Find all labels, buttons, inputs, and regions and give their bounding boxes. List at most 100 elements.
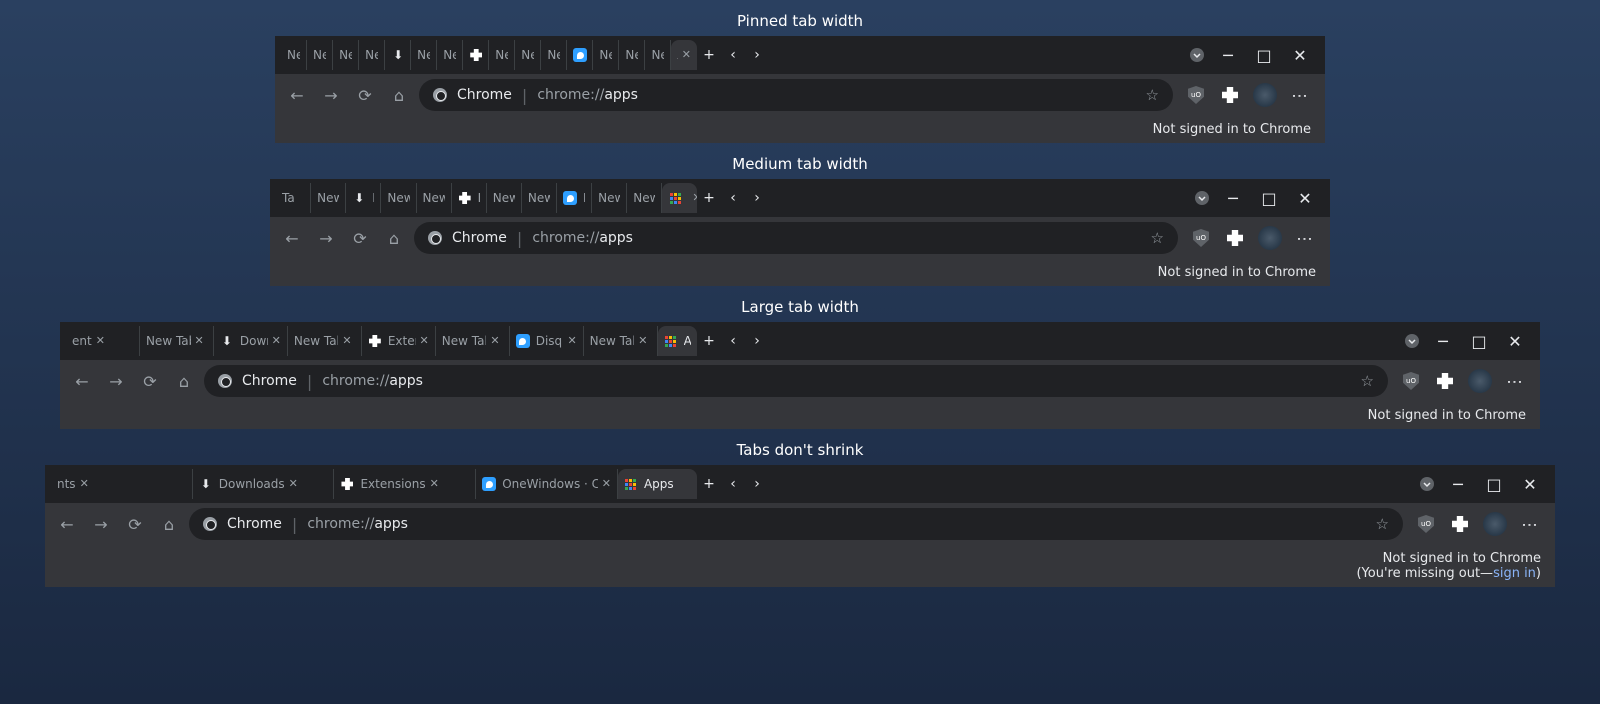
bookmark-star-icon[interactable]: ☆ [1151,229,1164,247]
tab[interactable] [567,40,593,70]
minimize-button[interactable]: ─ [1449,475,1467,493]
tab[interactable]: New [619,40,645,70]
bookmark-star-icon[interactable]: ☆ [1361,372,1374,390]
close-button[interactable]: ✕ [1506,332,1524,350]
ublock-icon[interactable]: uO [1400,370,1422,392]
chevron-right-icon[interactable]: › [745,186,769,210]
tab[interactable]: New [515,40,541,70]
tab[interactable]: New [645,40,671,70]
tab[interactable]: New Ta [627,183,662,213]
tab[interactable]: New [411,40,437,70]
tab[interactable]: New [489,40,515,70]
chevron-left-icon[interactable]: ‹ [721,472,745,496]
tab[interactable]: New Tab✕ [288,326,362,356]
tab[interactable]: Ext [452,183,487,213]
menu-button[interactable]: ⋮ [1289,84,1311,106]
tab[interactable]: Apps [618,469,697,499]
tab-dropdown-button[interactable] [1190,186,1214,210]
avatar[interactable] [1258,226,1282,250]
forward-button[interactable]: → [312,224,340,252]
new-tab-button[interactable]: + [697,472,721,496]
tab[interactable]: New Ta [381,183,416,213]
forward-button[interactable]: → [317,81,345,109]
tab[interactable]: Do [346,183,381,213]
close-icon[interactable]: ✕ [420,334,429,348]
minimize-button[interactable]: ─ [1219,46,1237,64]
reload-button[interactable]: ⟳ [346,224,374,252]
omnibox[interactable]: Chrome|chrome://apps☆ [189,508,1403,540]
tab[interactable]: New [437,40,463,70]
extensions-icon[interactable] [1449,513,1471,535]
extensions-icon[interactable] [1224,227,1246,249]
new-tab-button[interactable]: + [697,186,721,210]
menu-button[interactable]: ⋮ [1504,370,1526,392]
new-tab-button[interactable]: + [697,329,721,353]
menu-button[interactable]: ⋮ [1519,513,1541,535]
tab[interactable]: A✕ [671,40,696,70]
tab[interactable]: App [658,326,697,356]
close-icon[interactable]: ✕ [682,48,691,62]
close-icon[interactable]: ✕ [96,334,110,348]
tab[interactable]: Extensions✕ [362,326,436,356]
maximize-button[interactable]: □ [1485,475,1503,493]
close-icon[interactable]: ✕ [638,334,650,348]
avatar[interactable] [1468,369,1492,393]
chevron-right-icon[interactable]: › [745,472,769,496]
omnibox[interactable]: Chrome|chrome://apps☆ [204,365,1388,397]
chevron-left-icon[interactable]: ‹ [721,186,745,210]
reload-button[interactable]: ⟳ [136,367,164,395]
close-icon[interactable]: ✕ [289,477,303,491]
close-icon[interactable]: ✕ [567,334,576,348]
back-button[interactable]: ← [68,367,96,395]
close-button[interactable]: ✕ [1296,189,1314,207]
new-tab-button[interactable]: + [697,43,721,67]
tab[interactable]: Disqus Cor✕ [510,326,584,356]
tab[interactable]: New Tab✕ [140,326,214,356]
reload-button[interactable]: ⟳ [351,81,379,109]
home-button[interactable]: ⌂ [170,367,198,395]
tab[interactable]: ent✕ [66,326,140,356]
tab[interactable] [463,40,489,70]
extensions-icon[interactable] [1434,370,1456,392]
tab[interactable]: nts✕ [51,469,193,499]
maximize-button[interactable]: □ [1470,332,1488,350]
close-button[interactable]: ✕ [1291,46,1309,64]
signin-link[interactable]: sign in [1493,566,1536,581]
chevron-left-icon[interactable]: ‹ [721,43,745,67]
ublock-icon[interactable]: uO [1415,513,1437,535]
tab[interactable] [385,40,411,70]
tab[interactable]: New [593,40,619,70]
tab[interactable]: ✕ [662,183,697,213]
tab[interactable]: New [281,40,307,70]
home-button[interactable]: ⌂ [380,224,408,252]
avatar[interactable] [1483,512,1507,536]
tab-dropdown-button[interactable] [1400,329,1424,353]
back-button[interactable]: ← [278,224,306,252]
close-icon[interactable]: ✕ [272,334,281,348]
ublock-icon[interactable]: uO [1190,227,1212,249]
maximize-button[interactable]: □ [1260,189,1278,207]
tab[interactable]: Ta [276,183,311,213]
forward-button[interactable]: → [102,367,130,395]
tab[interactable]: New [333,40,359,70]
close-icon[interactable]: ✕ [80,477,94,491]
close-icon[interactable]: ✕ [195,334,207,348]
reload-button[interactable]: ⟳ [121,510,149,538]
tab[interactable]: New [541,40,567,70]
omnibox[interactable]: Chrome|chrome://apps☆ [419,79,1173,111]
chevron-left-icon[interactable]: ‹ [721,329,745,353]
menu-button[interactable]: ⋮ [1294,227,1316,249]
home-button[interactable]: ⌂ [385,81,413,109]
tab[interactable]: New Ta [311,183,346,213]
tab[interactable]: Downloads✕ [193,469,335,499]
extensions-icon[interactable] [1219,84,1241,106]
home-button[interactable]: ⌂ [155,510,183,538]
tab[interactable]: New Ta [592,183,627,213]
tab[interactable]: New [307,40,333,70]
close-icon[interactable]: ✕ [602,477,611,491]
bookmark-star-icon[interactable]: ☆ [1376,515,1389,533]
tab[interactable]: New Ta [417,183,452,213]
close-icon[interactable]: ✕ [342,334,354,348]
back-button[interactable]: ← [283,81,311,109]
minimize-button[interactable]: ─ [1224,189,1242,207]
